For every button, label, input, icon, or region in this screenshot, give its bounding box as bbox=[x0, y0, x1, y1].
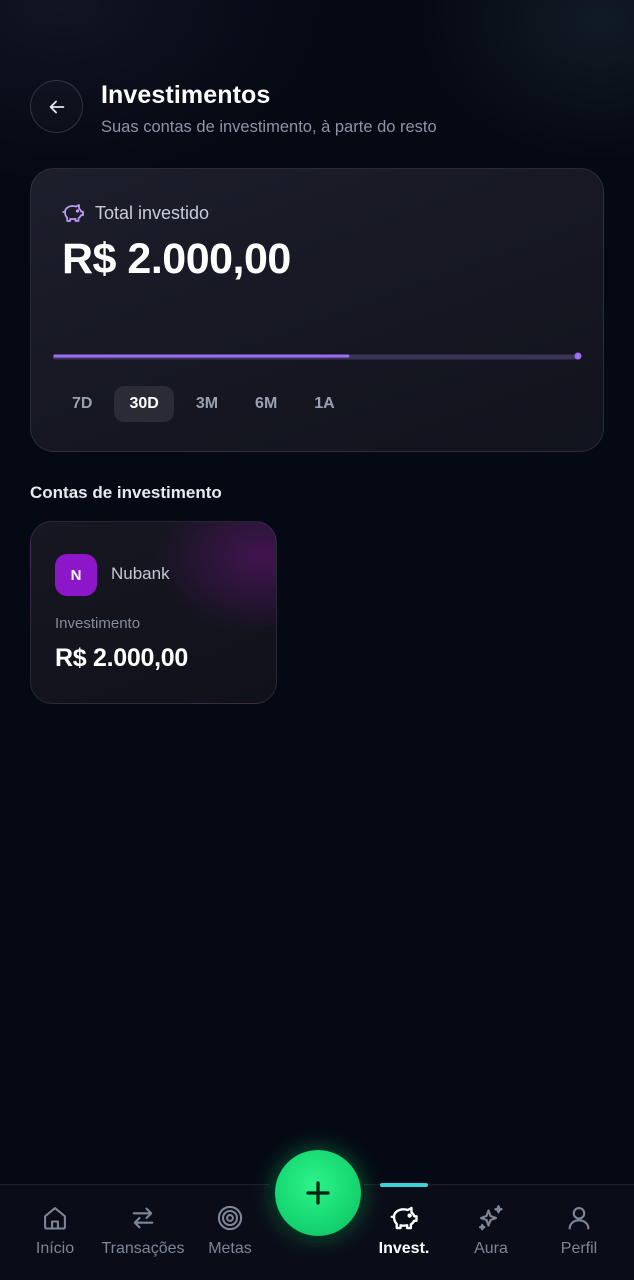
arrow-left-icon bbox=[49, 100, 64, 113]
page-title: Investimentos bbox=[101, 81, 271, 109]
page-header: Investimentos Suas contas de investiment… bbox=[30, 80, 610, 140]
page-subtitle: Suas contas de investimento, à parte do … bbox=[101, 118, 437, 136]
period-30d[interactable]: 30D bbox=[114, 386, 174, 422]
nav-label: Início bbox=[35, 1240, 75, 1257]
total-invested-value: R$ 2.000,00 bbox=[62, 235, 291, 283]
nav-label: Invest. bbox=[378, 1240, 430, 1257]
back-button[interactable] bbox=[30, 80, 83, 133]
bank-badge: N bbox=[55, 554, 97, 596]
period-6m[interactable]: 6M bbox=[240, 386, 292, 422]
period-3m[interactable]: 3M bbox=[181, 386, 233, 422]
nav-item-perfil[interactable]: Perfil bbox=[550, 1185, 608, 1280]
period-7d[interactable]: 7D bbox=[57, 386, 107, 422]
nav-label: Transações bbox=[101, 1240, 185, 1257]
nav-label: Perfil bbox=[560, 1240, 598, 1257]
user-icon bbox=[568, 1207, 590, 1230]
nav-item-inicio[interactable]: Início bbox=[22, 1185, 88, 1280]
sparkles-icon bbox=[478, 1205, 503, 1231]
piggy-bank-icon bbox=[390, 1206, 418, 1230]
account-type: Investimento bbox=[55, 615, 141, 632]
plus-icon bbox=[306, 1181, 330, 1205]
period-selector: 7D 30D 3M 6M 1A bbox=[57, 386, 357, 422]
section-title: Contas de investimento bbox=[30, 483, 222, 502]
period-1a[interactable]: 1A bbox=[299, 386, 349, 422]
piggy-bank-icon bbox=[62, 204, 84, 222]
account-value: R$ 2.000,00 bbox=[55, 644, 188, 672]
target-icon bbox=[217, 1205, 243, 1231]
home-icon bbox=[44, 1207, 66, 1230]
nav-label: Metas bbox=[208, 1240, 252, 1257]
swap-arrows-icon bbox=[132, 1207, 154, 1229]
nav-item-transacoes[interactable]: Transações bbox=[97, 1185, 189, 1280]
nav-label: Aura bbox=[474, 1240, 508, 1257]
total-invested-card: Total investido R$ 2.000,00 7D 30D 3M 6M 1A bbox=[30, 168, 604, 452]
chart-end-point bbox=[574, 352, 582, 360]
account-card-nubank[interactable]: N Nubank Investimento R$ 2.000,00 bbox=[30, 521, 277, 704]
add-button[interactable] bbox=[275, 1150, 361, 1236]
bank-name: Nubank bbox=[111, 564, 170, 583]
total-invested-chart bbox=[53, 352, 582, 360]
total-invested-header: Total investido bbox=[61, 202, 209, 224]
nav-item-aura[interactable]: Aura bbox=[462, 1185, 520, 1280]
nav-item-metas[interactable]: Metas bbox=[200, 1185, 260, 1280]
total-invested-label: Total investido bbox=[95, 202, 210, 223]
nav-item-invest[interactable]: Invest. bbox=[374, 1185, 434, 1280]
